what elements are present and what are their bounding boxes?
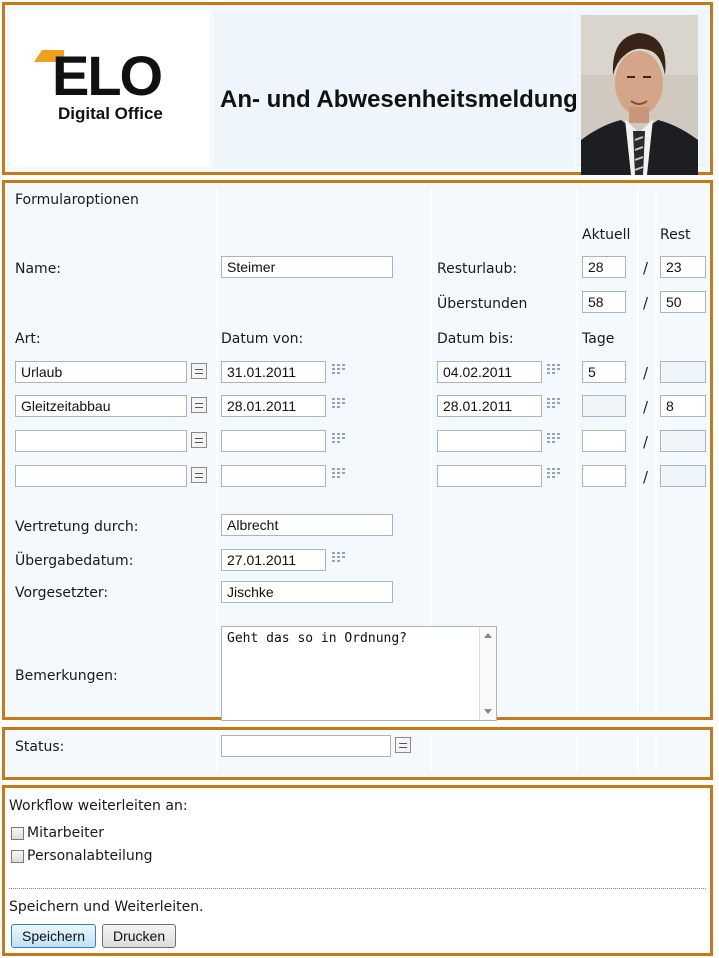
calendar-icon[interactable]	[331, 467, 348, 481]
mitarbeiter-checkbox[interactable]	[11, 827, 24, 840]
photo-cell	[576, 10, 707, 175]
vorgesetzter-label: Vorgesetzter:	[15, 585, 109, 601]
workflow-title: Workflow weiterleiten an:	[9, 798, 188, 814]
logo-subtext: Digital Office	[58, 104, 163, 123]
datum-von-label: Datum von:	[221, 331, 304, 347]
scroll-down-icon[interactable]	[484, 709, 492, 714]
calendar-icon[interactable]	[331, 397, 348, 411]
bemerkungen-label: Bemerkungen:	[15, 668, 118, 684]
personalabteilung-label: Personalabteilung	[27, 848, 153, 864]
list-picker-icon[interactable]	[191, 432, 207, 448]
column-header-aktuell: Aktuell	[582, 227, 631, 243]
ueberstunden-aktuell-field[interactable]: 58	[582, 291, 626, 313]
personalabteilung-checkbox[interactable]	[11, 850, 24, 863]
column-divider	[576, 188, 578, 712]
art-field-3[interactable]	[15, 430, 187, 452]
column-divider	[576, 735, 578, 772]
datum-von-field-1[interactable]: 31.01.2011	[221, 361, 326, 383]
uebergabe-field[interactable]: 27.01.2011	[221, 549, 326, 571]
tage-field-3[interactable]	[582, 430, 626, 452]
rest-field-1[interactable]	[660, 361, 706, 383]
resturlaub-label: Resturlaub:	[437, 261, 518, 277]
column-divider	[637, 735, 639, 772]
logo-cell: ELO Digital Office	[10, 10, 210, 167]
name-label: Name:	[15, 261, 62, 277]
calendar-icon[interactable]	[331, 363, 348, 377]
page-title: An- und Abwesenheitsmeldung	[220, 86, 578, 113]
logo-text: ELO	[52, 44, 163, 107]
status-panel: Status:	[2, 727, 713, 780]
separator: /	[643, 468, 649, 486]
status-field[interactable]	[221, 735, 391, 757]
tage-field-4[interactable]	[582, 465, 626, 487]
vertretung-field[interactable]: Albrecht	[221, 514, 393, 536]
employee-photo	[581, 15, 698, 175]
elo-logo: ELO Digital Office	[30, 48, 170, 130]
textarea-scrollbar[interactable]	[479, 627, 496, 720]
calendar-icon[interactable]	[331, 432, 348, 446]
rest-field-4[interactable]	[660, 465, 706, 487]
art-label: Art:	[15, 331, 41, 347]
header-panel: ELO Digital Office An- und Abwesenheitsm…	[2, 2, 713, 175]
separator: /	[643, 294, 649, 312]
datum-bis-field-2[interactable]: 28.01.2011	[437, 395, 542, 417]
separator: /	[643, 259, 649, 277]
datum-bis-field-1[interactable]: 04.02.2011	[437, 361, 542, 383]
divider	[9, 888, 706, 889]
separator: /	[643, 364, 649, 382]
bemerkungen-text: Geht das so in Ordnung?	[227, 631, 408, 646]
vorgesetzter-field[interactable]: Jischke	[221, 581, 393, 603]
calendar-icon[interactable]	[546, 467, 563, 481]
name-field[interactable]: Steimer	[221, 256, 393, 278]
section-title: Formularoptionen	[15, 192, 139, 208]
workflow-panel: Workflow weiterleiten an: Mitarbeiter Pe…	[2, 785, 713, 956]
list-picker-icon[interactable]	[191, 397, 207, 413]
column-divider	[655, 188, 657, 712]
save-hint: Speichern und Weiterleiten.	[9, 899, 204, 915]
list-picker-icon[interactable]	[395, 737, 411, 753]
rest-field-3[interactable]	[660, 430, 706, 452]
form-panel: Formularoptionen Aktuell Rest Name: Stei…	[2, 180, 713, 721]
column-divider	[216, 188, 218, 712]
datum-bis-field-4[interactable]	[437, 465, 542, 487]
save-button[interactable]: Speichern	[11, 924, 97, 948]
rest-field-2[interactable]: 8	[660, 395, 706, 417]
vertretung-label: Vertretung durch:	[15, 519, 139, 535]
art-field-1[interactable]: Urlaub	[15, 361, 187, 383]
column-divider	[216, 735, 218, 772]
calendar-icon[interactable]	[546, 363, 563, 377]
calendar-icon[interactable]	[546, 432, 563, 446]
calendar-icon[interactable]	[546, 397, 563, 411]
print-button[interactable]: Drucken	[102, 924, 177, 948]
datum-bis-label: Datum bis:	[437, 331, 514, 347]
mitarbeiter-label: Mitarbeiter	[27, 825, 105, 841]
column-divider	[430, 735, 432, 772]
scroll-up-icon[interactable]	[484, 633, 492, 638]
bemerkungen-textarea[interactable]: Geht das so in Ordnung?	[221, 626, 497, 721]
list-picker-icon[interactable]	[191, 363, 207, 379]
ueberstunden-label: Überstunden	[437, 296, 528, 312]
column-divider	[637, 188, 639, 712]
resturlaub-aktuell-field[interactable]: 28	[582, 256, 626, 278]
tage-label: Tage	[582, 331, 615, 347]
datum-bis-field-3[interactable]	[437, 430, 542, 452]
status-label: Status:	[15, 739, 65, 755]
datum-von-field-2[interactable]: 28.01.2011	[221, 395, 326, 417]
art-field-4[interactable]	[15, 465, 187, 487]
separator: /	[643, 433, 649, 451]
title-cell: An- und Abwesenheitsmeldung	[214, 10, 578, 167]
art-field-2[interactable]: Gleitzeitabbau	[15, 395, 187, 417]
list-picker-icon[interactable]	[191, 467, 207, 483]
datum-von-field-4[interactable]	[221, 465, 326, 487]
tage-field-1[interactable]: 5	[582, 361, 626, 383]
calendar-icon[interactable]	[331, 551, 348, 565]
tage-field-2[interactable]	[582, 395, 626, 417]
column-divider	[655, 735, 657, 772]
datum-von-field-3[interactable]	[221, 430, 326, 452]
separator: /	[643, 398, 649, 416]
resturlaub-rest-field[interactable]: 23	[660, 256, 706, 278]
ueberstunden-rest-field[interactable]: 50	[660, 291, 706, 313]
uebergabe-label: Übergabedatum:	[15, 553, 134, 569]
column-header-rest: Rest	[660, 227, 691, 243]
